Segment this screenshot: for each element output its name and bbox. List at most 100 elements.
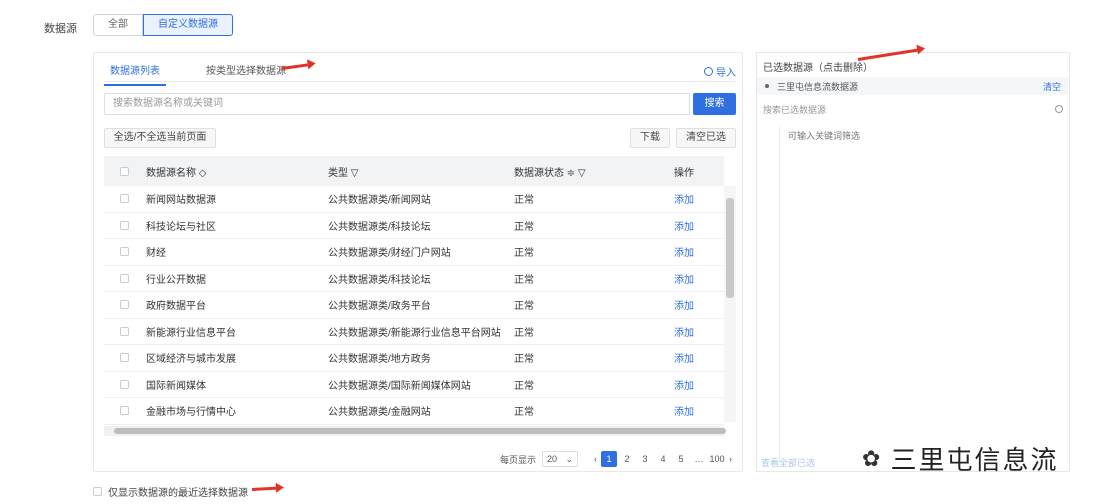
page-list: 1 2 3 4 5… 100 xyxy=(601,451,725,467)
bullet-icon xyxy=(765,84,769,88)
tab-by-type[interactable]: 按类型选择数据源 xyxy=(200,62,292,86)
row-select[interactable] xyxy=(104,194,144,204)
next-page-icon[interactable]: › xyxy=(729,454,732,464)
search-input[interactable]: 搜索数据源名称或关键词 xyxy=(104,93,690,115)
row-add-button[interactable]: 添加 xyxy=(674,377,724,392)
row-add-button[interactable]: 添加 xyxy=(674,244,724,259)
row-checkbox[interactable] xyxy=(119,406,129,416)
row-name: 财经 xyxy=(146,248,166,260)
download-button[interactable]: 下载 xyxy=(630,128,670,148)
row-status: 正常 xyxy=(514,380,534,392)
row-type: 公共数据源类/科技论坛 xyxy=(328,221,431,233)
page-item[interactable]: 2 xyxy=(619,451,635,467)
row-name: 行业公开数据 xyxy=(146,274,206,286)
tab-divider xyxy=(104,81,736,82)
row-type: 公共数据源类/金融网站 xyxy=(328,407,431,419)
row-type: 公共数据源类/新能源行业信息平台网站 xyxy=(328,327,501,339)
datasource-table: 数据源名称 ◇ 类型 ▽ 数据源状态 ≑ ▽ 操作 新闻网站数据源 公共数据源类/… xyxy=(104,156,724,425)
row-select[interactable] xyxy=(104,220,144,230)
row-name: 区域经济与城市发展 xyxy=(146,354,236,366)
row-type: 公共数据源类/财经门户网站 xyxy=(328,248,451,260)
import-label: 导入 xyxy=(716,68,736,79)
header-select[interactable] xyxy=(104,166,144,176)
recent-only-checkbox-box[interactable] xyxy=(93,487,102,496)
table-vertical-scroll-thumb[interactable] xyxy=(726,198,734,298)
table-row: 区域经济与城市发展 公共数据源类/地方政务 正常 添加 xyxy=(104,345,724,372)
panel-tabs: 数据源列表 按类型选择数据源 xyxy=(104,62,292,86)
selected-search-input[interactable]: 搜索已选数据源 xyxy=(763,101,1063,117)
row-checkbox[interactable] xyxy=(119,379,129,389)
row-add-button[interactable]: 添加 xyxy=(674,218,724,233)
row-name: 新能源行业信息平台 xyxy=(146,327,236,339)
per-page-select[interactable]: 20 ⌄ xyxy=(542,451,579,467)
row-checkbox[interactable] xyxy=(119,220,129,230)
row-checkbox[interactable] xyxy=(119,273,129,283)
row-name: 科技论坛与社区 xyxy=(146,221,216,233)
row-name: 政府数据平台 xyxy=(146,301,206,313)
header-status[interactable]: 数据源状态 ≑ ▽ xyxy=(514,164,674,179)
row-select[interactable] xyxy=(104,326,144,336)
header-name[interactable]: 数据源名称 ◇ xyxy=(144,164,328,179)
selected-hint: 可输入关键词筛选 xyxy=(788,131,861,141)
row-status: 正常 xyxy=(514,195,534,207)
selected-item[interactable]: 三里屯信息流数据源 清空 xyxy=(757,77,1069,95)
watermark: ✿ 三里屯信息流 xyxy=(862,440,1058,477)
pagination: 每页显示 20 ⌄ ‹ 1 2 3 4 5… 100 › xyxy=(500,451,732,467)
header-type[interactable]: 类型 ▽ xyxy=(328,164,514,179)
page-item[interactable]: … xyxy=(691,451,707,467)
watermark-text: 三里屯信息流 xyxy=(890,445,1059,475)
page-item[interactable]: 1 xyxy=(601,451,618,467)
row-select[interactable] xyxy=(104,379,144,389)
row-type: 公共数据源类/政务平台 xyxy=(328,301,431,313)
datasource-label: 数据源 xyxy=(44,23,77,35)
row-type: 公共数据源类/地方政务 xyxy=(328,354,431,366)
view-all-selected-link[interactable]: 查看全部已选 xyxy=(761,456,815,469)
tab-datasource-list[interactable]: 数据源列表 xyxy=(104,62,166,86)
row-add-button[interactable]: 添加 xyxy=(674,350,724,365)
table-row: 财经 公共数据源类/财经门户网站 正常 添加 xyxy=(104,239,724,266)
header-checkbox[interactable] xyxy=(119,166,129,176)
row-checkbox[interactable] xyxy=(119,353,129,363)
row-select[interactable] xyxy=(104,406,144,416)
clear-selected-button[interactable]: 清空已选 xyxy=(676,128,736,148)
row-status: 正常 xyxy=(514,274,534,286)
page-item[interactable]: 3 xyxy=(637,451,653,467)
row-add-button[interactable]: 添加 xyxy=(674,297,724,312)
page-item[interactable]: 100 xyxy=(709,451,725,467)
search-button[interactable]: 搜索 xyxy=(693,93,736,115)
row-checkbox[interactable] xyxy=(119,247,129,257)
row-add-button[interactable]: 添加 xyxy=(674,191,724,206)
row-add-button[interactable]: 添加 xyxy=(674,403,724,418)
selected-panel: 已选数据源（点击删除） 三里屯信息流数据源 清空 搜索已选数据源 可输入关键词筛… xyxy=(756,52,1070,472)
row-select[interactable] xyxy=(104,300,144,310)
search-icon xyxy=(1055,105,1063,113)
row-select[interactable] xyxy=(104,273,144,283)
mode-all-button[interactable]: 全部 xyxy=(93,14,143,36)
row-status: 正常 xyxy=(514,301,534,313)
selected-clear-button[interactable]: 清空 xyxy=(1043,80,1061,93)
prev-page-icon[interactable]: ‹ xyxy=(594,454,597,464)
row-checkbox[interactable] xyxy=(119,194,129,204)
wechat-icon: ✿ xyxy=(862,445,883,471)
table-body: 新闻网站数据源 公共数据源类/新闻网站 正常 添加 科技论坛与社区 公共数据源类/科技论坛… xyxy=(104,186,724,425)
recent-only-checkbox[interactable]: 仅显示数据源的最近选择数据源 xyxy=(93,484,248,499)
mode-custom-button[interactable]: 自定义数据源 xyxy=(143,14,233,36)
row-checkbox[interactable] xyxy=(119,300,129,310)
row-checkbox[interactable] xyxy=(119,326,129,336)
row-add-button[interactable]: 添加 xyxy=(674,271,724,286)
annotation-arrow xyxy=(251,486,281,491)
import-button[interactable]: 导入 xyxy=(704,64,736,79)
table-row: 行业公开数据 公共数据源类/科技论坛 正常 添加 xyxy=(104,266,724,292)
page-item[interactable]: 5 xyxy=(673,451,689,467)
table-header: 数据源名称 ◇ 类型 ▽ 数据源状态 ≑ ▽ 操作 xyxy=(104,156,724,186)
select-all-page-button[interactable]: 全选/不全选当前页面 xyxy=(104,128,216,148)
table-row: 新能源行业信息平台 公共数据源类/新能源行业信息平台网站 正常 添加 xyxy=(104,319,724,345)
table-horizontal-scroll-thumb[interactable] xyxy=(114,428,726,434)
row-select[interactable] xyxy=(104,247,144,257)
row-type: 公共数据源类/科技论坛 xyxy=(328,274,431,286)
page-item[interactable]: 4 xyxy=(655,451,671,467)
row-status: 正常 xyxy=(514,354,534,366)
row-select[interactable] xyxy=(104,353,144,363)
row-add-button[interactable]: 添加 xyxy=(674,324,724,339)
chevron-down-icon: ⌄ xyxy=(565,453,574,464)
